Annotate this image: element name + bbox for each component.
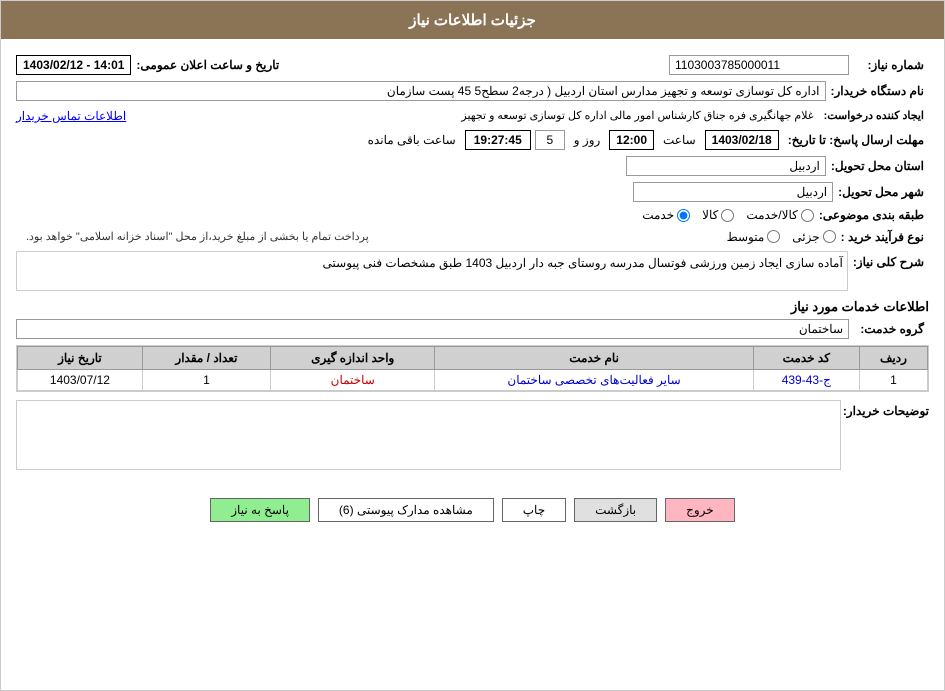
mohlat-saat-label: ساعت bbox=[658, 131, 701, 149]
shahr-value: اردبیل bbox=[633, 182, 833, 202]
kala-khadamat-label: کالا/خدمت bbox=[746, 208, 797, 222]
section-title: اطلاعات خدمات مورد نیاز bbox=[16, 299, 929, 315]
now-radio-group: جزئی متوسط bbox=[727, 230, 836, 244]
tawzih-textarea[interactable] bbox=[16, 400, 841, 470]
tabaqe-radio-group: کالا/خدمت کالا خدمت bbox=[642, 208, 814, 222]
cell-naam: سایر فعالیت‌های تخصصی ساختمان bbox=[435, 370, 753, 391]
cell-kod: ج-43-439 bbox=[753, 370, 859, 391]
radio-jazii[interactable] bbox=[823, 230, 836, 243]
radio-motavassit[interactable] bbox=[767, 230, 780, 243]
bazgasht-button[interactable]: بازگشت bbox=[574, 498, 657, 522]
kala-label: کالا bbox=[702, 208, 718, 222]
tawzih-label: توضیحات خریدار: bbox=[849, 400, 929, 418]
sharh-value: آماده سازی ایجاد زمین ورزشی فوتسال مدرسه… bbox=[16, 251, 848, 291]
footer-buttons: پاسخ به نیاز مشاهده مدارک پیوستی (6) چاپ… bbox=[1, 488, 944, 532]
col-kod: کد خدمت bbox=[753, 347, 859, 370]
khadamat-label: خدمت bbox=[642, 208, 674, 222]
moshahedeh-button[interactable]: مشاهده مدارک پیوستی (6) bbox=[318, 498, 494, 522]
services-table: ردیف کد خدمت نام خدمت واحد اندازه گیری ت… bbox=[16, 345, 929, 392]
countdown: 19:27:45 bbox=[465, 130, 531, 150]
col-vahed: واحد اندازه گیری bbox=[271, 347, 435, 370]
tabaqe-label: طبقه بندی موضوعی: bbox=[814, 208, 929, 222]
goroh-value: ساختمان bbox=[16, 319, 849, 339]
radio-kala-khadamat[interactable] bbox=[801, 209, 814, 222]
page-header: جزئیات اطلاعات نیاز bbox=[1, 1, 944, 39]
cell-radif: 1 bbox=[859, 370, 927, 391]
cell-tedad: 1 bbox=[142, 370, 270, 391]
col-tedad: تعداد / مقدار bbox=[142, 347, 270, 370]
countdown-label: ساعت باقی مانده bbox=[363, 131, 461, 149]
radio-khadamat[interactable] bbox=[677, 209, 690, 222]
chap-button[interactable]: چاپ bbox=[502, 498, 566, 522]
goroh-label: گروه خدمت: bbox=[849, 322, 929, 336]
tarikh-value: 1403/02/12 - 14:01 bbox=[16, 55, 131, 75]
mohlat-rooz: 5 bbox=[535, 130, 565, 150]
col-naam: نام خدمت bbox=[435, 347, 753, 370]
notice-text: پرداخت تمام یا بخشی از مبلغ خرید،از محل … bbox=[16, 228, 369, 245]
ostan-label: استان محل تحویل: bbox=[826, 159, 929, 173]
table-row: 1 ج-43-439 سایر فعالیت‌های تخصصی ساختمان… bbox=[18, 370, 928, 391]
ijad-link[interactable]: اطلاعات تماس خریدار bbox=[16, 109, 126, 123]
naam-dastgah-label: نام دستگاه خریدار: bbox=[826, 84, 930, 98]
sharh-label: شرح کلی نیاز: bbox=[848, 251, 929, 269]
shomara-niaz-value: 1103003785000011 bbox=[669, 55, 849, 75]
shahr-label: شهر محل تحویل: bbox=[833, 185, 929, 199]
tawzih-section: توضیحات خریدار: bbox=[16, 400, 929, 470]
pasokh-button[interactable]: پاسخ به نیاز bbox=[210, 498, 310, 522]
radio-kala[interactable] bbox=[721, 209, 734, 222]
ostan-value: اردبیل bbox=[626, 156, 826, 176]
jazii-label: جزئی bbox=[792, 230, 819, 244]
ijad-label: ایجاد کننده درخواست: bbox=[819, 109, 929, 122]
cell-tarikh: 1403/07/12 bbox=[18, 370, 143, 391]
khoroj-button[interactable]: خروج bbox=[665, 498, 735, 522]
shomara-niaz-label: شماره نیاز: bbox=[849, 58, 929, 72]
ijad-value: غلام جهانگیری فره جناق کارشناس امور مالی… bbox=[126, 107, 818, 124]
mohlat-date: 1403/02/18 bbox=[705, 130, 779, 150]
mohlat-saat: 12:00 bbox=[609, 130, 654, 150]
mohlat-label: مهلت ارسال پاسخ: تا تاریخ: bbox=[783, 133, 929, 147]
motavassit-label: متوسط bbox=[727, 230, 765, 244]
naam-dastgah-value: اداره کل توسازی توسعه و تجهیز مدارس استا… bbox=[16, 81, 826, 101]
cell-vahed: ساختمان bbox=[271, 370, 435, 391]
col-tarikh: تاریخ نیاز bbox=[18, 347, 143, 370]
page-title: جزئیات اطلاعات نیاز bbox=[409, 12, 536, 29]
now-farayand-label: نوع فرآیند خرید : bbox=[836, 230, 929, 244]
col-radif: ردیف bbox=[859, 347, 927, 370]
mohlat-rooz-label: روز و bbox=[569, 131, 606, 149]
tarikh-label: تاریخ و ساعت اعلان عمومی: bbox=[131, 58, 284, 72]
